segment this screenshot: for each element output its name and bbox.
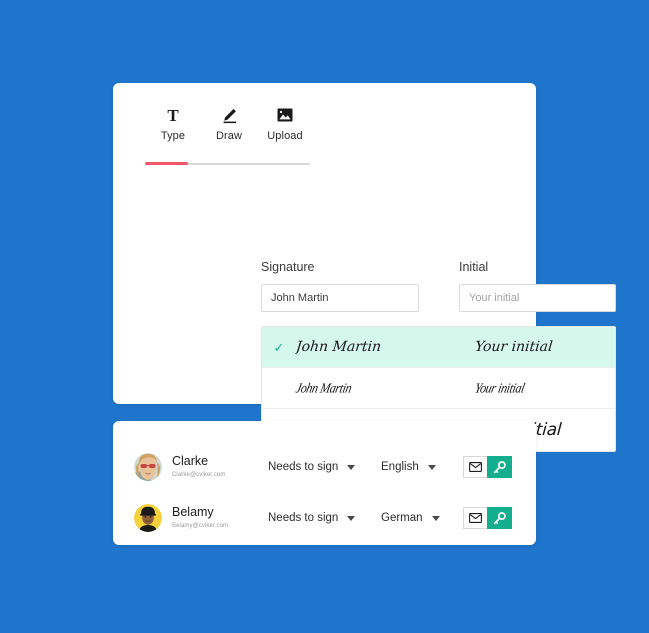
image-icon <box>257 105 313 125</box>
signature-preview-name: John Martin <box>294 379 354 396</box>
signer-row: Clarke Clarke@cviker.com Needs to sign E… <box>113 442 536 492</box>
signing-key-button[interactable] <box>487 456 512 478</box>
signer-language-dropdown[interactable]: German <box>381 511 440 525</box>
chevron-down-icon <box>347 464 356 470</box>
signature-mode-tabs: T Type Draw Upload <box>145 105 315 165</box>
tab-draw[interactable]: Draw <box>201 105 257 143</box>
signer-role-dropdown[interactable]: Needs to sign <box>268 511 356 525</box>
avatar <box>134 504 162 532</box>
signature-style-option[interactable]: John Martin Your initial <box>262 368 615 409</box>
chevron-down-icon <box>431 515 440 521</box>
initial-preview-name: Your initial <box>473 379 526 396</box>
text-T-icon: T <box>167 105 179 125</box>
signer-identity: Belamy Belamy@cviker.com <box>172 505 264 531</box>
signer-email: Belamy@cviker.com <box>172 523 229 529</box>
signer-email: Clarke@cviker.com <box>172 472 226 478</box>
signer-role-label: Needs to sign <box>268 512 339 524</box>
signing-key-button[interactable] <box>487 507 512 529</box>
chevron-down-icon <box>427 464 436 470</box>
initial-input[interactable] <box>459 284 616 312</box>
signer-name: Clarke <box>172 454 209 468</box>
app-background: { "theme": { "background": "#1F74CC", "c… <box>0 0 649 633</box>
envelope-icon <box>469 462 482 472</box>
signer-language-label: English <box>381 461 419 473</box>
signature-style-option[interactable]: ✓ John Martin Your initial <box>262 327 615 368</box>
signer-identity: Clarke Clarke@cviker.com <box>172 454 264 480</box>
tab-type[interactable]: T Type <box>145 105 201 143</box>
key-icon <box>493 511 506 524</box>
signer-name: Belamy <box>172 505 214 519</box>
key-icon <box>493 460 506 473</box>
envelope-icon <box>469 513 482 523</box>
tab-active-indicator <box>145 162 188 165</box>
tab-upload[interactable]: Upload <box>257 105 313 143</box>
signature-preview-name: John Martin <box>295 339 382 355</box>
signature-input[interactable] <box>261 284 419 312</box>
signer-language-label: German <box>381 512 423 524</box>
avatar <box>134 453 162 481</box>
selected-check-icon: ✓ <box>273 339 285 355</box>
signer-actions <box>463 456 512 478</box>
initial-field-label: Initial <box>459 260 489 274</box>
signer-role-dropdown[interactable]: Needs to sign <box>268 460 356 474</box>
signers-card: Clarke Clarke@cviker.com Needs to sign E… <box>113 421 536 545</box>
pencil-icon <box>201 105 257 125</box>
signature-field-label: Signature <box>261 260 315 274</box>
signer-actions <box>463 507 512 529</box>
email-signer-button[interactable] <box>463 507 487 529</box>
signer-row: Belamy Belamy@cviker.com Needs to sign G… <box>113 493 536 543</box>
initial-field-group: Initial <box>459 260 616 312</box>
signature-field-group: Signature <box>261 260 419 312</box>
email-signer-button[interactable] <box>463 456 487 478</box>
signer-language-dropdown[interactable]: English <box>381 460 436 474</box>
chevron-down-icon <box>347 515 356 521</box>
tab-upload-label: Upload <box>267 130 303 142</box>
initial-preview-name: Your initial <box>474 339 554 355</box>
tab-type-label: Type <box>160 130 186 142</box>
tab-draw-label: Draw <box>215 130 243 142</box>
signature-card: T Type Draw Upload Signature John Martin… <box>113 83 616 452</box>
signer-role-label: Needs to sign <box>268 461 339 473</box>
